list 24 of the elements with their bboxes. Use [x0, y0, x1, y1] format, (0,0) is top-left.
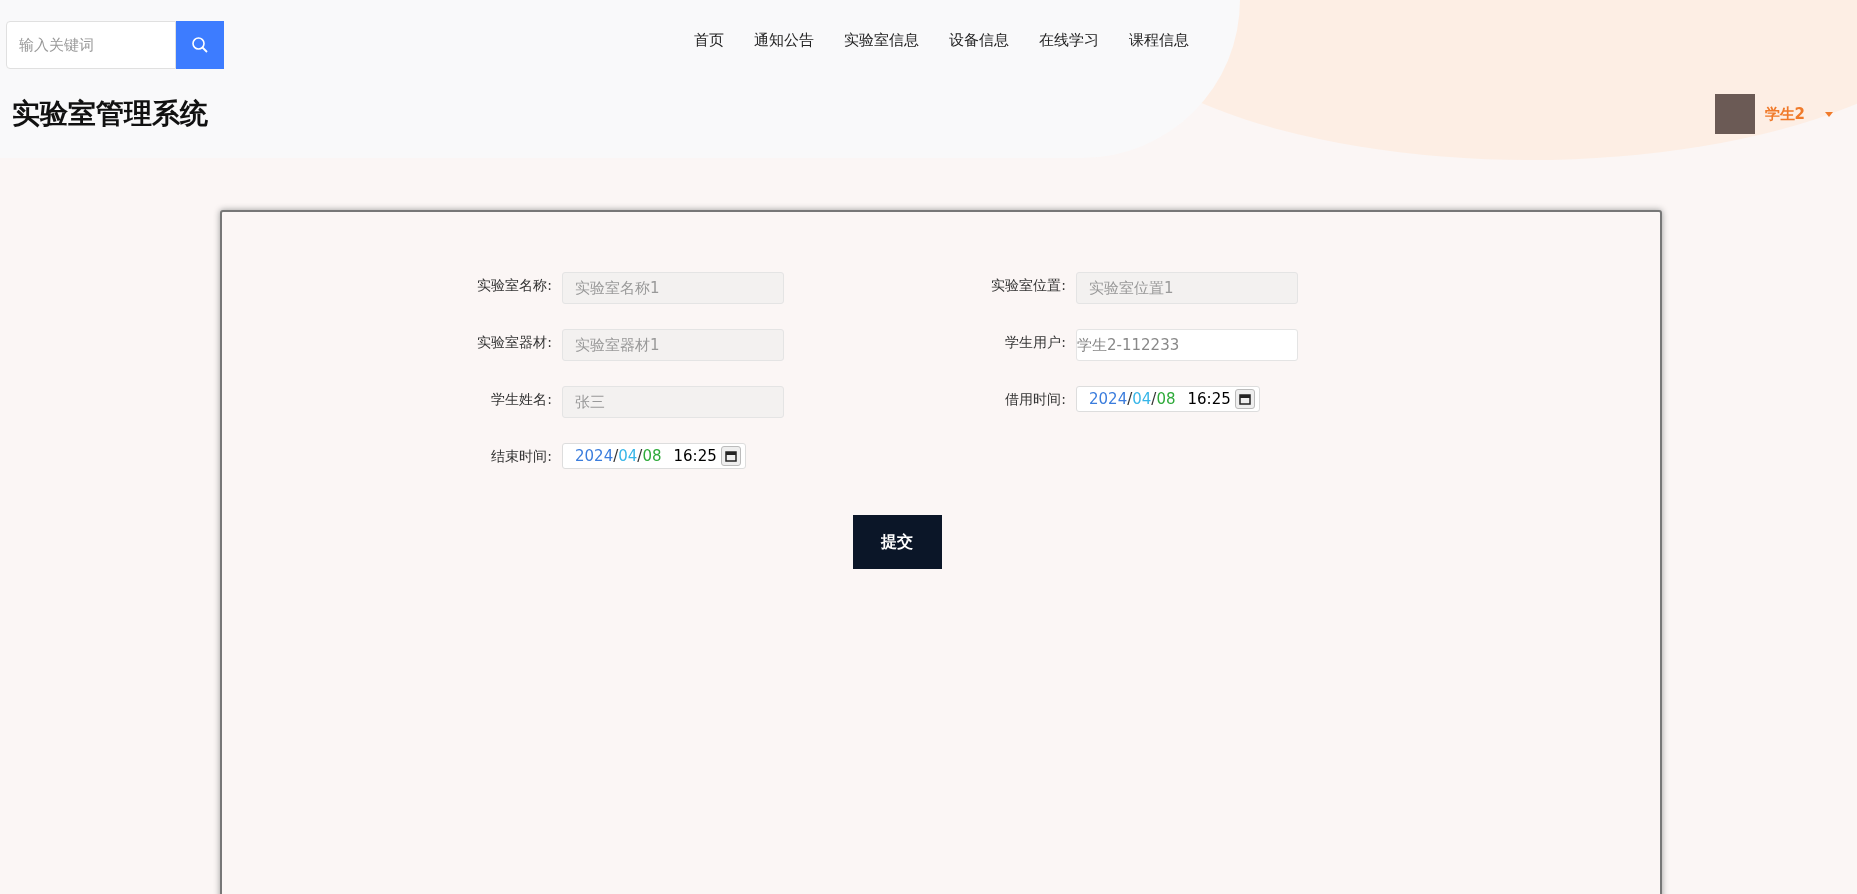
search-button[interactable] — [176, 21, 224, 69]
field-label: 学生姓名: — [490, 390, 553, 409]
nav-link[interactable]: 设备信息 — [949, 29, 1009, 52]
nav-link[interactable]: 课程信息 — [1129, 29, 1189, 52]
calendar-icon[interactable] — [1235, 389, 1255, 409]
caret-icon[interactable] — [1825, 111, 1833, 117]
field-label: 实验室名称: — [476, 276, 553, 295]
datetime-field[interactable]: 2024/04/08 16:25 — [562, 443, 746, 469]
nav-link[interactable]: 通知公告 — [754, 29, 814, 52]
nav-link[interactable]: 实验室信息 — [844, 29, 919, 52]
avatar-placeholder — [1714, 94, 1755, 134]
submit-button[interactable]: 提交 — [852, 515, 942, 569]
nav-link[interactable]: 在线学习 — [1039, 29, 1099, 52]
field-label: 学生用户: — [1004, 333, 1067, 352]
field-label: 实验室位置: — [990, 276, 1067, 295]
datetime-field[interactable]: 2024/04/08 16:25 — [1076, 386, 1260, 412]
site-title: 实验室管理系统 — [12, 96, 208, 132]
field-label: 结束时间: — [490, 447, 553, 466]
text-field[interactable]: 学生2-112233 — [1076, 329, 1298, 361]
nav-link[interactable]: 首页 — [694, 29, 724, 52]
calendar-icon[interactable] — [721, 446, 741, 466]
search-icon — [191, 36, 209, 54]
field-label: 借用时间: — [1004, 390, 1067, 409]
field-label: 实验室器材: — [476, 333, 553, 352]
